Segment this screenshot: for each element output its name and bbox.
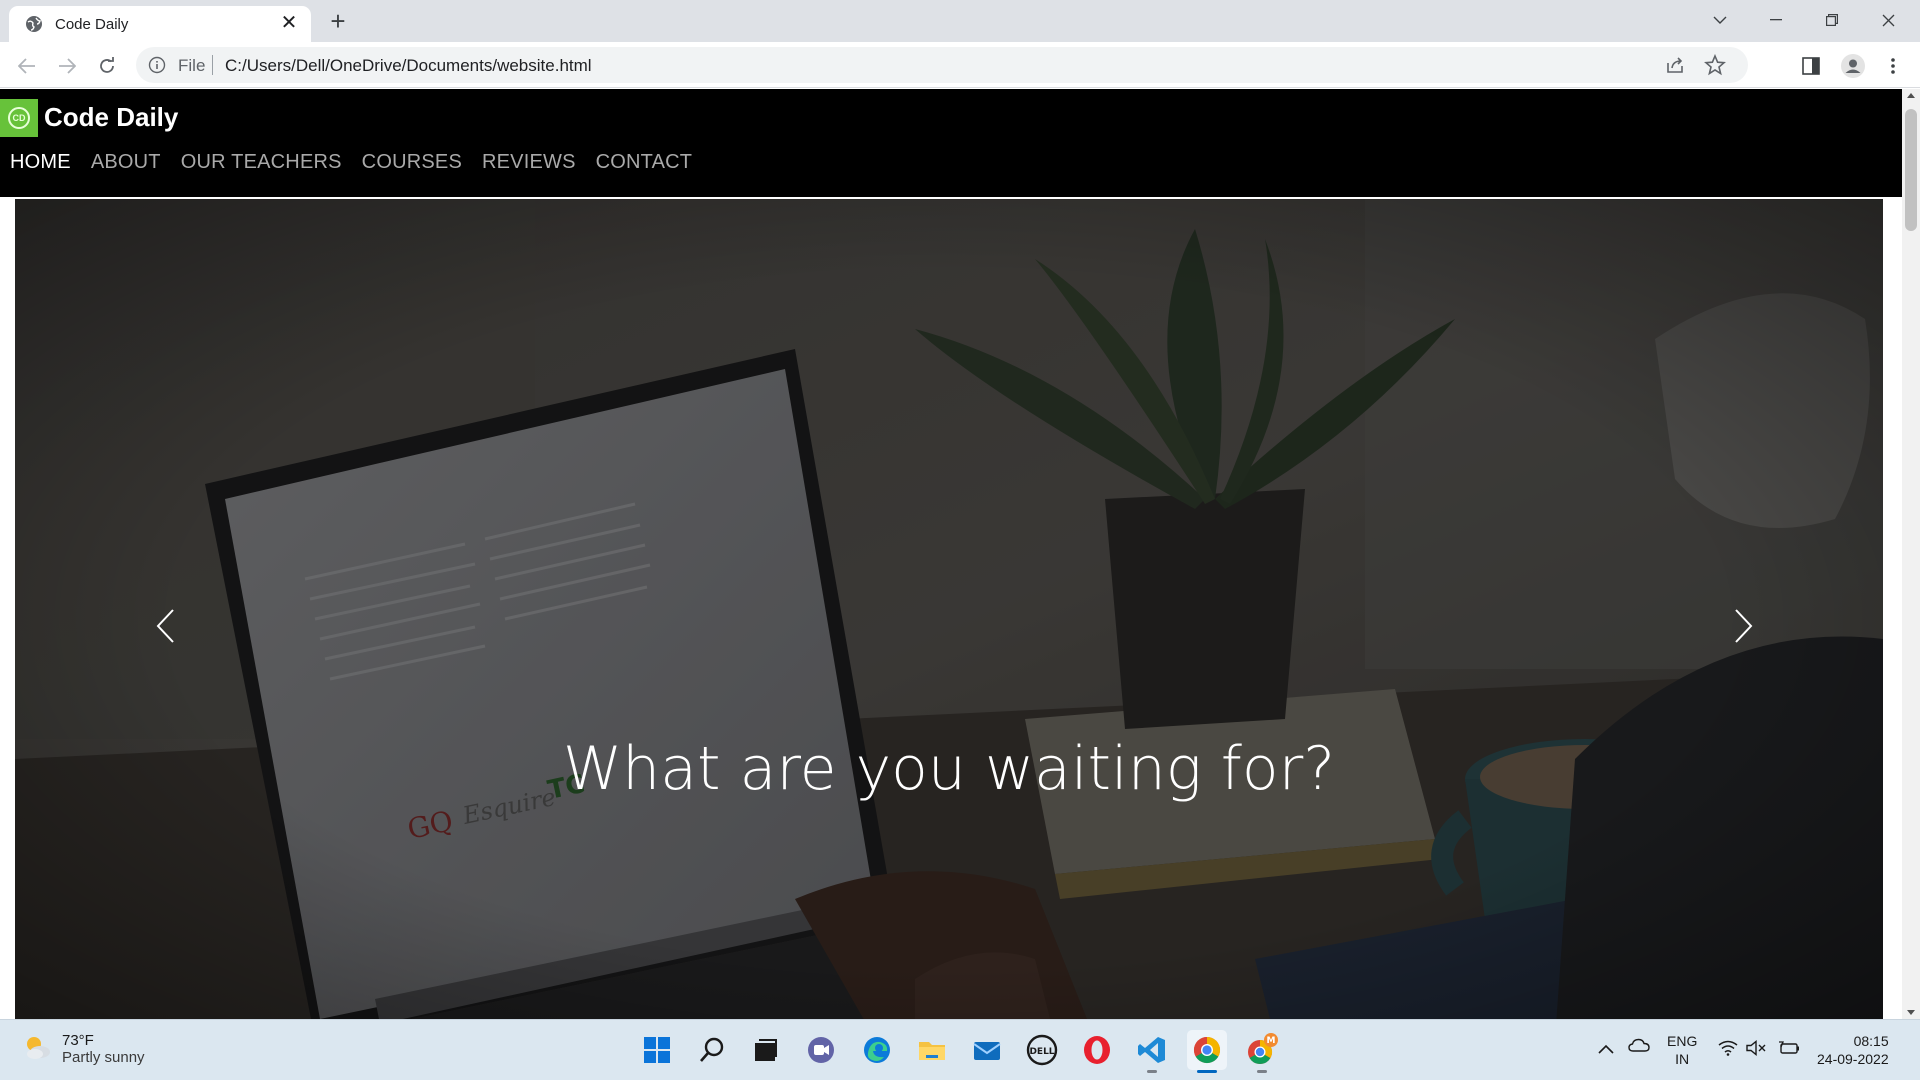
page-viewport: CD Code Daily HOME ABOUT OUR TEACHERS CO… bbox=[0, 89, 1902, 1019]
teams-chat-icon bbox=[808, 1037, 834, 1063]
profile-avatar-icon[interactable] bbox=[1837, 50, 1869, 82]
task-view-icon bbox=[755, 1039, 777, 1061]
tray-overflow-chevron-icon[interactable] bbox=[1598, 1040, 1614, 1058]
minimize-icon[interactable] bbox=[1748, 0, 1804, 40]
nav-about[interactable]: ABOUT bbox=[91, 151, 161, 174]
hero-background-image: GQ Esquire TC bbox=[15, 199, 1883, 1019]
language-code: ENG bbox=[1667, 1033, 1698, 1049]
page-scrollbar[interactable] bbox=[1902, 89, 1920, 1019]
running-indicator bbox=[1257, 1070, 1267, 1073]
close-window-icon[interactable] bbox=[1860, 0, 1916, 40]
chrome-profile-button[interactable]: M bbox=[1242, 1030, 1282, 1073]
weather-widget[interactable]: 73°F Partly sunny bbox=[22, 1032, 145, 1066]
windows-taskbar: 73°F Partly sunny DELL M ENG IN 08:15 24… bbox=[0, 1019, 1920, 1080]
brand-logo-icon[interactable]: CD bbox=[0, 99, 38, 137]
brand-name[interactable]: Code Daily bbox=[44, 102, 178, 133]
running-indicator bbox=[1147, 1070, 1157, 1073]
opera-button[interactable] bbox=[1077, 1030, 1117, 1070]
menu-kebab-icon[interactable] bbox=[1877, 50, 1909, 82]
bookmark-star-icon[interactable] bbox=[1704, 54, 1726, 76]
browser-toolbar: File C:/Users/Dell/OneDrive/Documents/we… bbox=[0, 42, 1920, 88]
url-scheme-label: File bbox=[178, 56, 206, 75]
chrome-icon bbox=[1193, 1036, 1221, 1064]
nav-our-teachers[interactable]: OUR TEACHERS bbox=[181, 151, 342, 174]
restore-icon[interactable] bbox=[1804, 0, 1860, 40]
region-code: IN bbox=[1675, 1051, 1690, 1067]
url-text[interactable]: C:/Users/Dell/OneDrive/Documents/website… bbox=[225, 56, 592, 76]
nav-home[interactable]: HOME bbox=[10, 151, 71, 174]
forward-arrow-icon[interactable] bbox=[51, 50, 83, 82]
new-tab-button[interactable]: + bbox=[323, 6, 353, 36]
nav-courses[interactable]: COURSES bbox=[362, 151, 462, 174]
carousel-prev-button[interactable] bbox=[145, 596, 185, 656]
language-indicator[interactable]: ENG IN bbox=[1667, 1032, 1697, 1068]
taskbar-search-button[interactable] bbox=[692, 1030, 732, 1070]
dell-app-button[interactable]: DELL bbox=[1022, 1030, 1062, 1070]
chrome-profile-icon: M bbox=[1248, 1033, 1278, 1065]
nav-contact[interactable]: CONTACT bbox=[596, 151, 693, 174]
profile-badge: M bbox=[1267, 1036, 1276, 1046]
task-view-button[interactable] bbox=[746, 1030, 786, 1070]
side-panel-icon[interactable] bbox=[1795, 50, 1827, 82]
file-explorer-button[interactable] bbox=[912, 1030, 952, 1070]
volume-muted-icon[interactable] bbox=[1746, 1040, 1766, 1060]
carousel-next-button[interactable] bbox=[1724, 596, 1764, 656]
start-button[interactable] bbox=[637, 1030, 677, 1070]
folder-icon bbox=[919, 1042, 945, 1060]
clock-date: 24-09-2022 bbox=[1817, 1051, 1889, 1067]
mail-button[interactable] bbox=[967, 1030, 1007, 1070]
wifi-icon[interactable] bbox=[1718, 1040, 1738, 1060]
chevron-left-icon bbox=[156, 609, 174, 643]
site-nav: HOME ABOUT OUR TEACHERS COURSES REVIEWS … bbox=[10, 151, 692, 174]
scroll-up-icon[interactable] bbox=[1907, 93, 1915, 98]
battery-charging-icon[interactable] bbox=[1778, 1040, 1800, 1060]
url-separator bbox=[212, 55, 213, 75]
windows-logo-icon bbox=[644, 1037, 670, 1063]
site-header: CD Code Daily HOME ABOUT OUR TEACHERS CO… bbox=[0, 89, 1902, 197]
hero-carousel: GQ Esquire TC What are you waiting bbox=[15, 199, 1883, 1019]
share-icon[interactable] bbox=[1664, 54, 1686, 76]
weather-temp: 73°F bbox=[62, 1032, 94, 1049]
scroll-down-icon[interactable] bbox=[1907, 1010, 1915, 1015]
vscode-icon bbox=[1138, 1037, 1165, 1063]
vscode-button[interactable] bbox=[1132, 1030, 1172, 1073]
teams-chat-button[interactable] bbox=[801, 1030, 841, 1070]
edge-button[interactable] bbox=[857, 1030, 897, 1070]
reload-icon[interactable] bbox=[91, 50, 123, 82]
active-indicator bbox=[1197, 1070, 1217, 1073]
browser-tab-strip: Code Daily ✕ + bbox=[0, 0, 1920, 42]
clock-time: 08:15 bbox=[1853, 1033, 1889, 1049]
mail-icon bbox=[973, 1042, 1001, 1060]
address-bar[interactable]: File C:/Users/Dell/OneDrive/Documents/we… bbox=[136, 47, 1748, 83]
scroll-thumb[interactable] bbox=[1905, 109, 1917, 231]
nav-reviews[interactable]: REVIEWS bbox=[482, 151, 576, 174]
hero-caption: What are you waiting for? bbox=[562, 734, 1336, 804]
browser-tab[interactable]: Code Daily ✕ bbox=[9, 6, 311, 42]
clock[interactable]: 08:15 24-09-2022 bbox=[1817, 1032, 1889, 1068]
opera-icon bbox=[1084, 1036, 1110, 1064]
back-arrow-icon[interactable] bbox=[11, 50, 43, 82]
search-icon bbox=[700, 1037, 724, 1062]
chevron-right-icon bbox=[1735, 609, 1753, 643]
partly-sunny-icon bbox=[27, 1037, 50, 1059]
chrome-button[interactable] bbox=[1187, 1030, 1227, 1073]
dell-logo-icon: DELL bbox=[1026, 1034, 1058, 1066]
svg-text:DELL: DELL bbox=[1029, 1047, 1054, 1057]
tab-close-icon[interactable]: ✕ bbox=[277, 11, 301, 35]
onedrive-cloud-icon[interactable] bbox=[1628, 1038, 1650, 1056]
globe-icon bbox=[26, 16, 42, 32]
info-icon[interactable] bbox=[148, 56, 166, 74]
tab-title: Code Daily bbox=[55, 16, 129, 33]
edge-icon bbox=[864, 1037, 890, 1063]
tab-search-chevron-icon[interactable] bbox=[1692, 0, 1748, 40]
weather-desc: Partly sunny bbox=[62, 1049, 145, 1066]
